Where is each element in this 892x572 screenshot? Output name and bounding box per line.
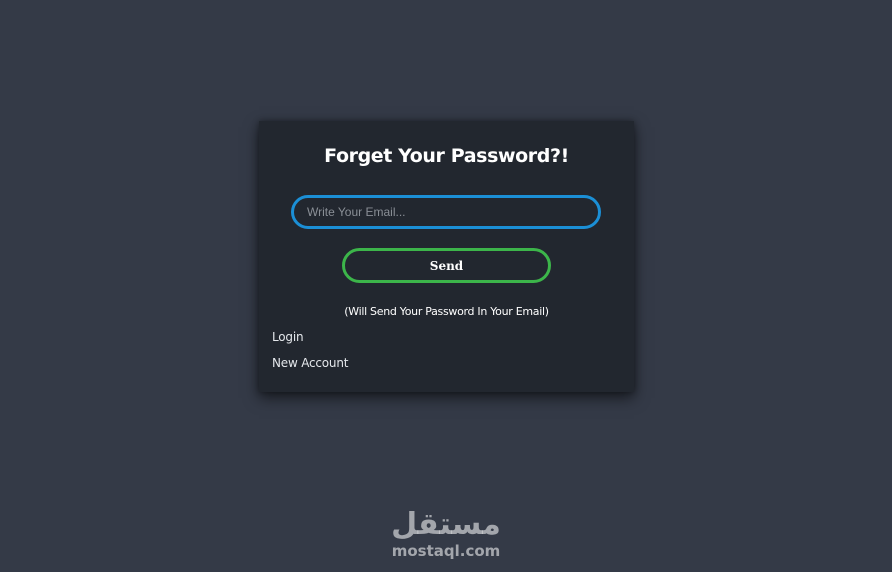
info-note: (Will Send Your Password In Your Email)	[344, 305, 549, 318]
login-link[interactable]: Login	[272, 330, 304, 344]
watermark-logo-arabic: مستقل	[391, 507, 501, 542]
mostaql-watermark: مستقل mostaql.com	[340, 508, 552, 564]
page-title: Forget Your Password?!	[324, 145, 569, 167]
watermark-logo-latin: mostaql.com	[391, 542, 501, 560]
new-account-link[interactable]: New Account	[272, 356, 348, 370]
send-button[interactable]: Send	[342, 248, 551, 283]
email-input[interactable]	[291, 195, 601, 229]
forgot-password-card: Forget Your Password?! Send (Will Send Y…	[259, 121, 634, 392]
